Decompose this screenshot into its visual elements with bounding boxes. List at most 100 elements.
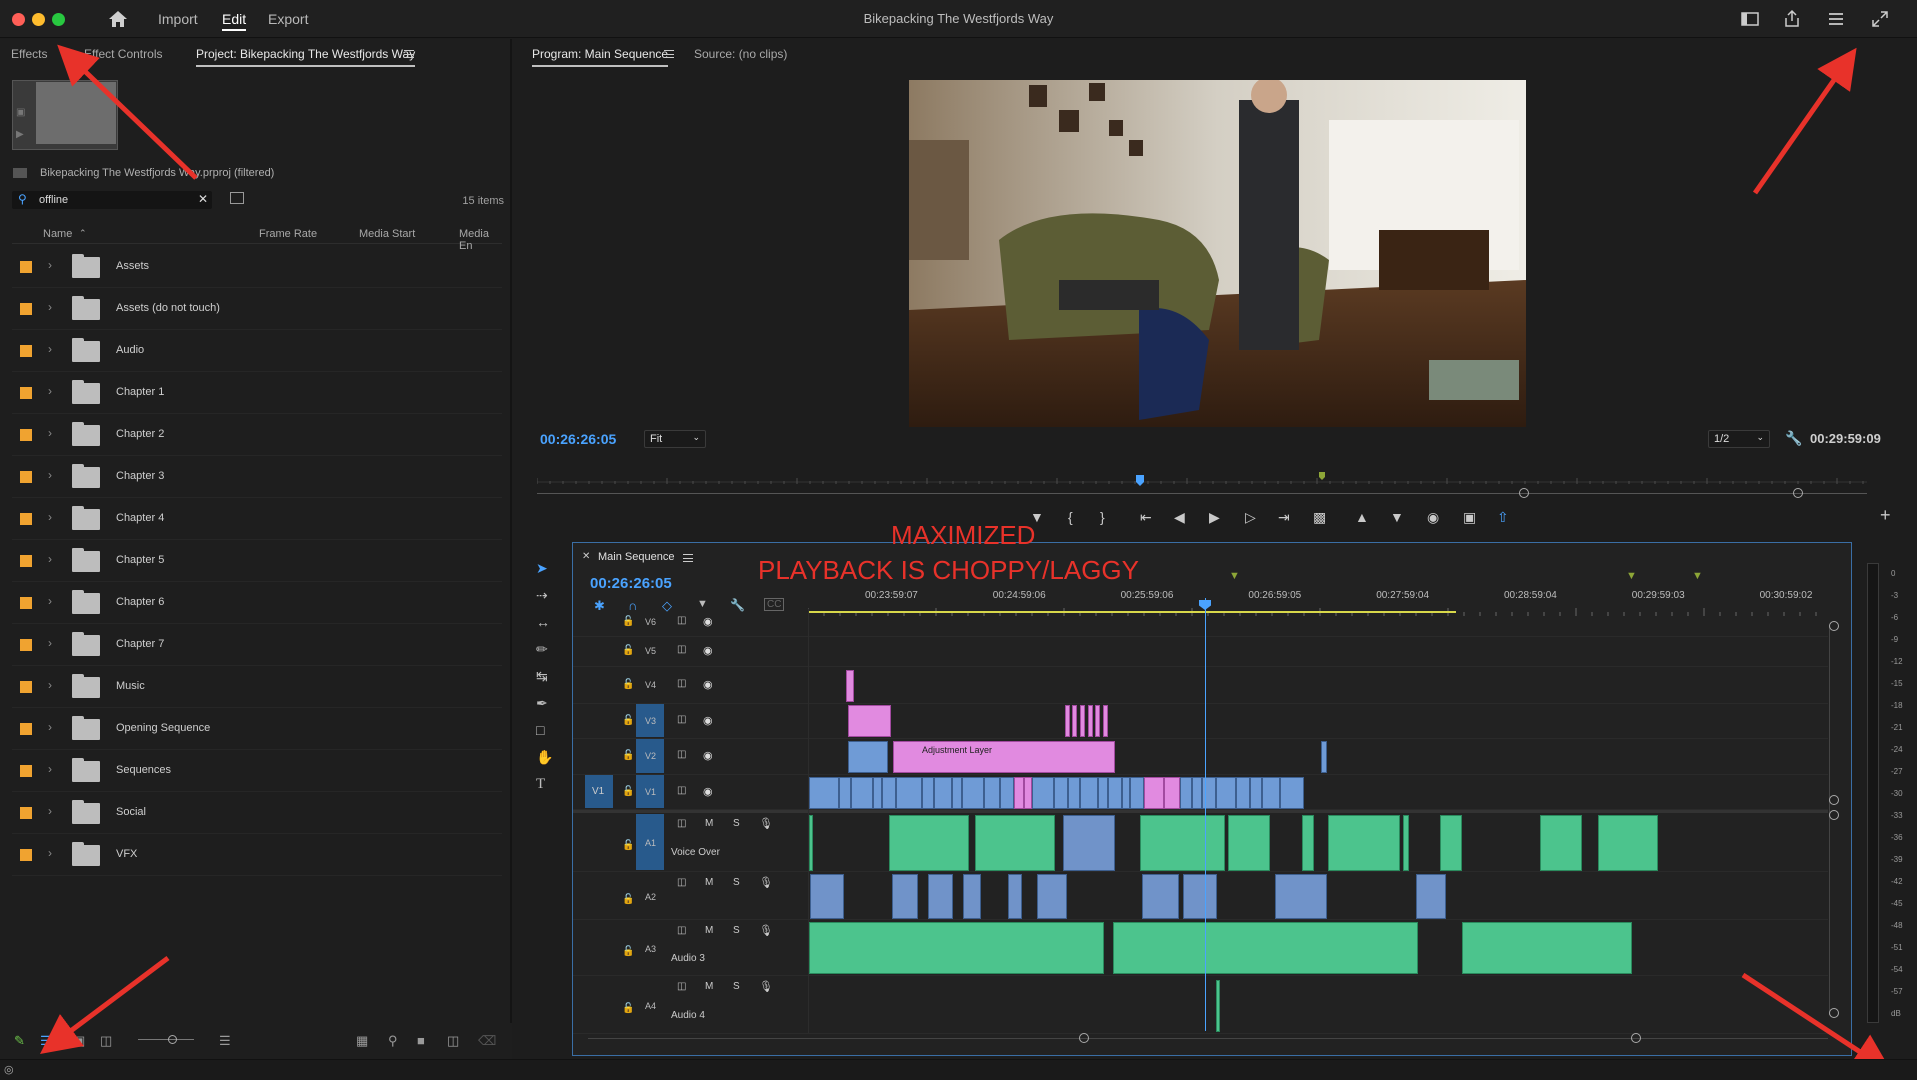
new-search-bin-icon[interactable] [230, 192, 244, 204]
chevron-right-icon[interactable]: › [48, 342, 52, 356]
video-track-v2[interactable]: 🔓 V2 ◫ ◉ [573, 739, 1828, 775]
lock-icon[interactable]: 🔓 [622, 616, 634, 627]
label-color-swatch[interactable] [20, 261, 32, 273]
marker-icon[interactable] [1319, 472, 1325, 480]
insert-icon[interactable]: ▩ [1313, 509, 1326, 526]
marker-icon[interactable]: ▼ [1692, 570, 1703, 582]
eye-icon[interactable]: ◉ [703, 714, 713, 727]
label-color-swatch[interactable] [20, 765, 32, 777]
step-back-icon[interactable]: ◀ [1174, 509, 1185, 526]
clip-v1[interactable] [1192, 777, 1202, 809]
clip-a1[interactable] [1598, 815, 1658, 871]
vscroll-handle[interactable] [1829, 810, 1839, 820]
timeline-timecode[interactable]: 00:26:26:05 [590, 575, 672, 592]
clip-v1[interactable] [839, 777, 851, 809]
bin-row[interactable]: › Sequences [12, 750, 502, 792]
track-target[interactable]: A2 [636, 873, 664, 918]
clip-v1[interactable] [934, 777, 952, 809]
microphone-icon[interactable]: 🎙 [759, 980, 773, 993]
clip-v3[interactable] [1095, 705, 1100, 737]
panel-layout-icon[interactable] [1740, 9, 1760, 29]
bin-row[interactable]: › Chapter 3 [12, 456, 502, 498]
hand-icon[interactable]: ✋ [536, 749, 553, 766]
clip-v1[interactable] [962, 777, 984, 809]
tab-source[interactable]: Source: (no clips) [694, 47, 787, 61]
lock-icon[interactable]: 🔓 [622, 840, 634, 851]
clip-a2[interactable] [928, 874, 953, 919]
clip-v4[interactable] [846, 670, 854, 702]
label-color-swatch[interactable] [20, 555, 32, 567]
close-sequence-icon[interactable]: ✕ [582, 551, 590, 562]
step-forward-icon[interactable]: ▷ [1245, 509, 1256, 526]
clip-v1[interactable] [1068, 777, 1080, 809]
clip-a1[interactable] [1302, 815, 1314, 871]
source-patch-v1[interactable]: V1 [585, 775, 613, 808]
label-color-swatch[interactable] [20, 807, 32, 819]
video-track-v3[interactable]: 🔓 V3 ◫ ◉ [573, 704, 1828, 739]
chevron-right-icon[interactable]: › [48, 846, 52, 860]
lock-icon[interactable]: 🔓 [622, 894, 634, 905]
ripple-edit-icon[interactable]: ↔ [536, 614, 550, 630]
bin-row[interactable]: › Chapter 6 [12, 582, 502, 624]
track-target[interactable]: V5 [636, 637, 664, 665]
comparison-view-icon[interactable]: ▣ [1463, 509, 1476, 526]
video-track-v5[interactable]: 🔓 V5 ◫ ◉ [573, 637, 1828, 667]
sync-lock-icon[interactable]: ◫ [677, 644, 686, 655]
mark-out-icon[interactable]: } [1100, 509, 1105, 525]
pencil-icon[interactable]: ✎ [14, 1033, 25, 1049]
sync-lock-icon[interactable]: ◫ [677, 785, 686, 796]
tab-program[interactable]: Program: Main Sequence [532, 47, 669, 67]
clip-v1[interactable] [851, 777, 873, 809]
chevron-right-icon[interactable]: › [48, 636, 52, 650]
bin-row[interactable]: › Opening Sequence [12, 708, 502, 750]
video-track-v4[interactable]: 🔓 V4 ◫ ◉ [573, 667, 1828, 704]
lock-icon[interactable]: 🔓 [622, 1003, 634, 1014]
eye-icon[interactable]: ◉ [703, 678, 713, 691]
sync-lock-icon[interactable]: ◫ [677, 877, 686, 888]
selection-tool-icon[interactable]: ➤ [536, 560, 548, 577]
column-media-start[interactable]: Media Start [359, 228, 415, 240]
clip-v1[interactable] [1280, 777, 1304, 809]
sync-lock-icon[interactable]: ◫ [677, 818, 686, 829]
clip-v1[interactable] [1024, 777, 1032, 809]
mute-button[interactable]: M [705, 981, 713, 992]
go-to-out-icon[interactable]: ⇥ [1278, 509, 1290, 526]
track-target[interactable]: V2 [636, 739, 664, 773]
vscroll-handle[interactable] [1829, 795, 1839, 805]
column-frame-rate[interactable]: Frame Rate [259, 228, 317, 240]
chevron-right-icon[interactable]: › [48, 594, 52, 608]
label-color-swatch[interactable] [20, 639, 32, 651]
clip-v1[interactable] [984, 777, 1000, 809]
clip-a1[interactable] [1440, 815, 1462, 871]
zoom-level-dropdown[interactable]: Fit ⌄ [644, 430, 706, 448]
clip-v1[interactable] [1108, 777, 1122, 809]
chevron-right-icon[interactable]: › [48, 510, 52, 524]
tab-effects[interactable]: Effects [11, 47, 47, 61]
chevron-right-icon[interactable]: › [48, 384, 52, 398]
label-color-swatch[interactable] [20, 303, 32, 315]
clip-a4[interactable] [1216, 980, 1220, 1032]
clip-v1[interactable] [873, 777, 882, 809]
vscroll-handle[interactable] [1829, 621, 1839, 631]
lock-icon[interactable]: 🔓 [622, 750, 634, 761]
clip-v1[interactable] [1180, 777, 1192, 809]
clip-v1[interactable] [1262, 777, 1280, 809]
sync-lock-icon[interactable]: ◫ [677, 714, 686, 725]
slip-icon[interactable]: ↹ [536, 668, 548, 685]
bin-row[interactable]: › Chapter 4 [12, 498, 502, 540]
label-color-swatch[interactable] [20, 723, 32, 735]
clip-a3[interactable] [1113, 922, 1418, 974]
solo-button[interactable]: S [733, 925, 740, 936]
scroll-handle-right[interactable] [1631, 1033, 1641, 1043]
label-color-swatch[interactable] [20, 387, 32, 399]
clip-v3[interactable] [1065, 705, 1070, 737]
clip-a1[interactable] [1228, 815, 1270, 871]
microphone-icon[interactable]: 🎙 [759, 924, 773, 937]
zoom-slider[interactable] [138, 1039, 194, 1040]
play-icon[interactable]: ▶ [1209, 509, 1220, 526]
clip-adjustment-layer[interactable]: Adjustment Layer [893, 741, 1115, 773]
clip-a3[interactable] [809, 922, 1104, 974]
program-playhead[interactable] [1136, 475, 1144, 486]
column-name[interactable]: Name [43, 228, 72, 240]
vscroll-handle[interactable] [1829, 1008, 1839, 1018]
